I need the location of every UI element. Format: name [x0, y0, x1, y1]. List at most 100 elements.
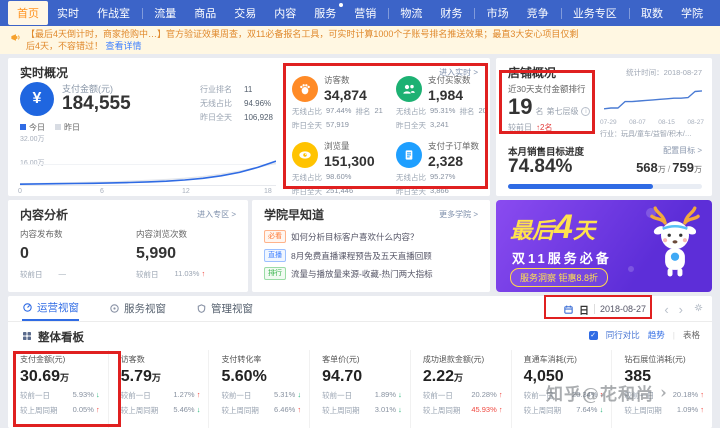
rank-delta-value: ↑2名 — [536, 123, 553, 132]
tab-manage-view[interactable]: 管理视窗 — [196, 296, 253, 321]
gauge-icon — [23, 303, 32, 312]
banner-subtitle: 双11服务必备 — [512, 251, 612, 266]
megaphone-icon — [10, 30, 21, 48]
industry-label: 行业：玩具/童车/益智/积木/… — [600, 131, 692, 138]
x-tick: 6 — [100, 188, 104, 195]
tab-service-view[interactable]: 服务视窗 — [109, 296, 166, 321]
nav-item-college[interactable]: 学院 — [672, 1, 712, 25]
nav-item-logistics[interactable]: 物流 — [391, 1, 431, 25]
tag-badge: 必看 — [264, 230, 286, 243]
board-metric-refund: 成功退款金额(元) 2.22万 较前一日 20.28% ↑ 较上周同期 45.93%… — [409, 350, 511, 428]
x-tick: 12 — [182, 188, 190, 195]
order-doc-icon — [396, 141, 422, 168]
yuan-glyph: ¥ — [32, 90, 42, 107]
promo-banner[interactable]: 最后4天 双11服务必备 服务洞察 钜惠8.8折 — [496, 200, 712, 292]
settings-gear-icon[interactable] — [693, 300, 704, 318]
board-metric-visitors: 访客数 5.79万 较前一日 1.27% ↑ 较上周同期 5.46% ↓ — [107, 350, 209, 428]
realtime-overview-card: 实时概况 进入实时 > ¥ 支付金额(元) 184,555 行业排名 11 无线占… — [8, 58, 490, 196]
academy-card: 学院早知道 更多学院 > 必看 如何分析目标客户喜欢什么内容？ 直播 8月免费直播课… — [252, 200, 490, 292]
banner-pill: 服务洞察 钜惠8.8折 — [510, 268, 609, 287]
info-icon[interactable] — [581, 107, 591, 116]
content-publish-stat: 内容发布数 0 较前日 — — [20, 229, 66, 279]
announcement-line2: 后4天，不容错过！ — [26, 41, 104, 51]
nav-item-service[interactable]: 服务 — [305, 1, 345, 25]
table-view-link[interactable]: 表格 — [683, 329, 700, 341]
eye-icon — [292, 141, 318, 168]
nav-item-traffic[interactable]: 流量 — [145, 1, 185, 25]
shield-icon — [197, 304, 206, 313]
deer-mascot — [642, 204, 708, 292]
banner-headline: 最后4天 — [510, 208, 595, 246]
visitor-icon — [292, 75, 318, 102]
sales-target-percent: 74.84% — [508, 156, 573, 177]
date-picker[interactable]: 日 2018-08-27 — [563, 296, 646, 322]
nav-item-warroom[interactable]: 作战室 — [88, 1, 139, 25]
announcement-line1: 【最后4天倒计时，商家抢购中…】官方验证效果周查，双11必备报名工具，可实时计算… — [26, 29, 579, 39]
main-content: 实时概况 进入实时 > ¥ 支付金额(元) 184,555 行业排名 11 无线占… — [0, 54, 720, 428]
academy-title: 学院早知道 — [264, 208, 325, 222]
board-metric-avg-order: 客单价(元) 94.70 较前一日 1.89% ↓ 较上周同期 3.01% ↓ — [309, 350, 410, 428]
watermark: 知乎@花和尚 › — [546, 382, 668, 406]
board-metric-pay-amount: 支付金额(元) 30.69万 较前一日 5.93% ↓ 较上周同期 0.05% ↑ — [20, 355, 100, 415]
metric-visitors: 访客数 34,874 无线占比 97.44% 排名 21 昨日全天 57,919 — [292, 75, 383, 130]
academy-item[interactable]: 排行 流量与播放量来源-收藏-热门两大指标 — [264, 267, 433, 280]
pay-amount-value: 184,555 — [62, 93, 131, 114]
prev-day-button[interactable]: ‹ — [664, 303, 668, 316]
tag-badge: 直播 — [264, 249, 286, 262]
divider: | — [672, 330, 675, 340]
nav-item-trade[interactable]: 交易 — [225, 1, 265, 25]
sales-target-progressbar — [508, 184, 702, 189]
rank-delta: 较前日 ↑2名 — [508, 123, 553, 132]
nav-item-data[interactable]: 取数 — [632, 1, 672, 25]
notification-dot — [339, 3, 344, 7]
academy-more-link[interactable]: 更多学院 > — [439, 209, 478, 220]
realtime-side-stats: 行业排名 11 无线占比 94.96% 昨日全天 106,928 — [200, 85, 273, 122]
sycm-dashboard: 首页 实时 作战室 流量 商品 交易 内容 服务 营销 物流 财务 市场 竞争 … — [0, 0, 720, 428]
trend-view-link[interactable]: 趋势 — [648, 329, 665, 341]
shop-overview-card: 店铺概况 统计时间：2018-08-27 近30天支付金额排行 19 名 第七层… — [496, 58, 712, 196]
watermark-arrow: › — [660, 382, 668, 403]
buyers-icon — [396, 75, 422, 102]
tab-operation-view[interactable]: 运营视窗 — [22, 296, 79, 321]
nav-item-market[interactable]: 市场 — [478, 1, 518, 25]
date-value[interactable]: 2018-08-27 — [600, 304, 646, 314]
board-grid-icon — [21, 329, 33, 347]
content-zone-link[interactable]: 进入专区 > — [197, 209, 236, 220]
nav-item-finance[interactable]: 财务 — [431, 1, 471, 25]
yuan-icon: ¥ — [20, 82, 54, 116]
nav-item-competition[interactable]: 竞争 — [518, 1, 558, 25]
realtime-line-chart — [20, 142, 276, 186]
nav-item-marketing[interactable]: 营销 — [345, 1, 385, 25]
academy-item[interactable]: 必看 如何分析目标客户喜欢什么内容？ — [264, 230, 419, 243]
date-granularity[interactable]: 日 — [579, 302, 589, 317]
sales-target-numbers: 568万/759万 — [636, 160, 702, 175]
content-views-stat: 内容浏览次数 5,990 较前日 11.03% ↑ — [136, 229, 206, 279]
trend-x-labels: 07-29 08-07 08-15 08-27 — [600, 119, 704, 126]
nav-item-realtime[interactable]: 实时 — [48, 1, 88, 25]
nav-item-goods[interactable]: 商品 — [185, 1, 225, 25]
peer-compare-label: 同行对比 — [605, 330, 640, 340]
announcement-detail-link[interactable]: 查看详情 — [106, 41, 142, 51]
calendar-icon — [564, 305, 573, 314]
nav-item-home[interactable]: 首页 — [8, 1, 48, 25]
academy-item[interactable]: 直播 8月免费直播课程预告及五天直播回顾 — [264, 249, 432, 262]
tag-badge: 排行 — [264, 267, 286, 280]
metric-pay-buyers: 支付买家数 1,984 无线占比 95.31% 排名 20 昨日全天 3,241 — [396, 75, 487, 130]
nav-item-content[interactable]: 内容 — [265, 1, 305, 25]
shop-title: 店铺概况 — [508, 66, 557, 80]
board-section: 运营视窗 服务视窗 管理视窗 日 2018-08-27 ‹ › 整体看板 ✓ 同… — [8, 296, 712, 428]
divider — [593, 304, 595, 314]
nav-item-bizzone[interactable]: 业务专区 — [564, 1, 626, 25]
top-nav: 首页 实时 作战室 流量 商品 交易 内容 服务 营销 物流 财务 市场 竞争 … — [0, 0, 720, 26]
chart-legend: 今日 昨日 — [20, 122, 80, 133]
board-title: 整体看板 — [38, 332, 84, 344]
rank-trend-chart — [603, 86, 703, 116]
configure-target-link[interactable]: 配置目标 > — [663, 145, 702, 156]
board-header: 整体看板 同行对比 趋势 | 表格 — [8, 327, 712, 347]
peer-compare-checkbox[interactable] — [588, 330, 598, 340]
announcement-text: 【最后4天倒计时，商家抢购中…】官方验证效果周查，双11必备报名工具，可实时计算… — [26, 28, 578, 52]
next-day-button[interactable]: › — [679, 303, 683, 316]
announcement-bar: 【最后4天倒计时，商家抢购中…】官方验证效果周查，双11必备报名工具，可实时计算… — [0, 26, 720, 54]
rank-row: 19 名 第七层级 — [508, 94, 591, 120]
rank-number: 19 — [508, 94, 533, 119]
